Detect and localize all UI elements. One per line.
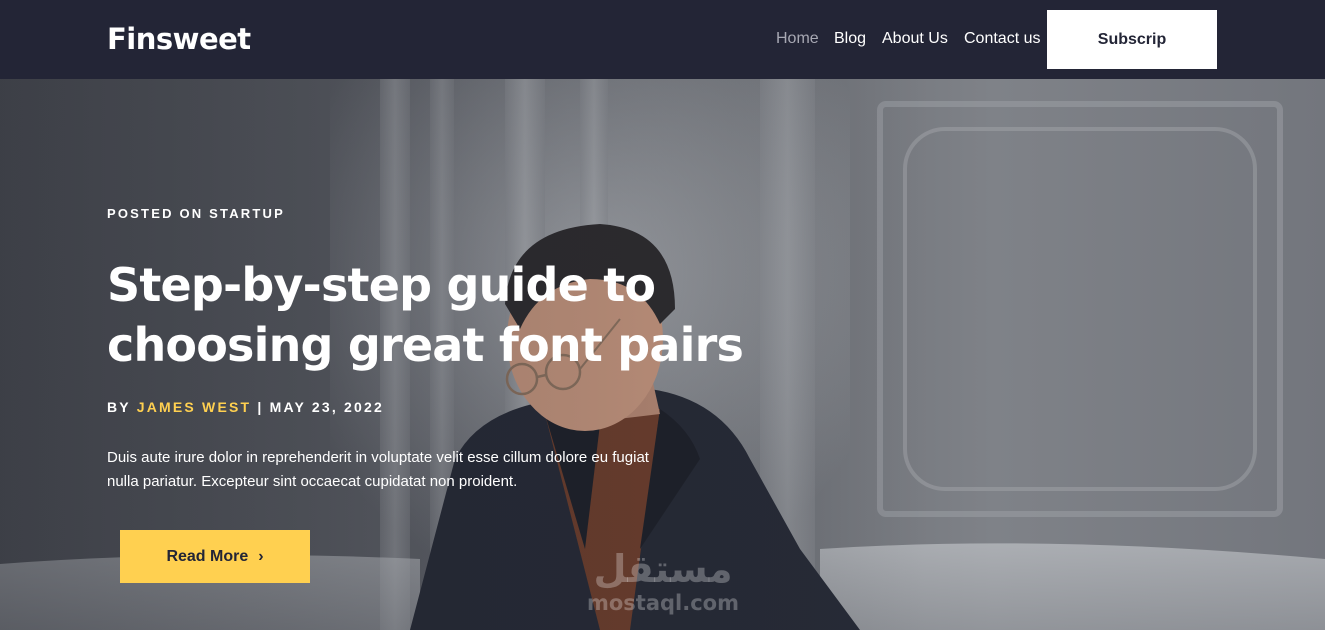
watermark-arabic: مستقل [593, 547, 733, 591]
post-byline: BY JAMES WEST | MAY 23, 2022 [107, 399, 384, 415]
logo[interactable]: Finsweet [107, 22, 251, 56]
nav-link-home[interactable]: Home [776, 30, 819, 48]
top-navbar: Finsweet Home Blog About Us Contact us S… [0, 0, 1325, 79]
nav-link-blog[interactable]: Blog [834, 30, 866, 48]
byline-separator: | [257, 399, 264, 415]
author-link[interactable]: JAMES WEST [137, 399, 252, 415]
nav-link-about-us[interactable]: About Us [882, 30, 948, 48]
post-excerpt: Duis aute irure dolor in reprehenderit i… [107, 449, 649, 490]
post-date: MAY 23, 2022 [269, 399, 384, 415]
post-headline: Step-by-step guide to choosing great fon… [107, 258, 744, 372]
hero-section: POSTED ON STARTUP Step-by-step guide to … [0, 79, 1325, 630]
subscribe-button[interactable]: Subscrip [1047, 10, 1217, 69]
watermark: مستقل mostaql.com [578, 547, 748, 615]
chevron-right-icon: › [258, 547, 264, 565]
byline-prefix: BY [107, 399, 131, 415]
watermark-latin: mostaql.com [587, 591, 739, 615]
read-more-button[interactable]: Read More › [120, 530, 310, 583]
nav-link-contact-us[interactable]: Contact us [964, 30, 1040, 48]
read-more-label: Read More [166, 547, 249, 565]
post-category: POSTED ON STARTUP [107, 206, 286, 221]
